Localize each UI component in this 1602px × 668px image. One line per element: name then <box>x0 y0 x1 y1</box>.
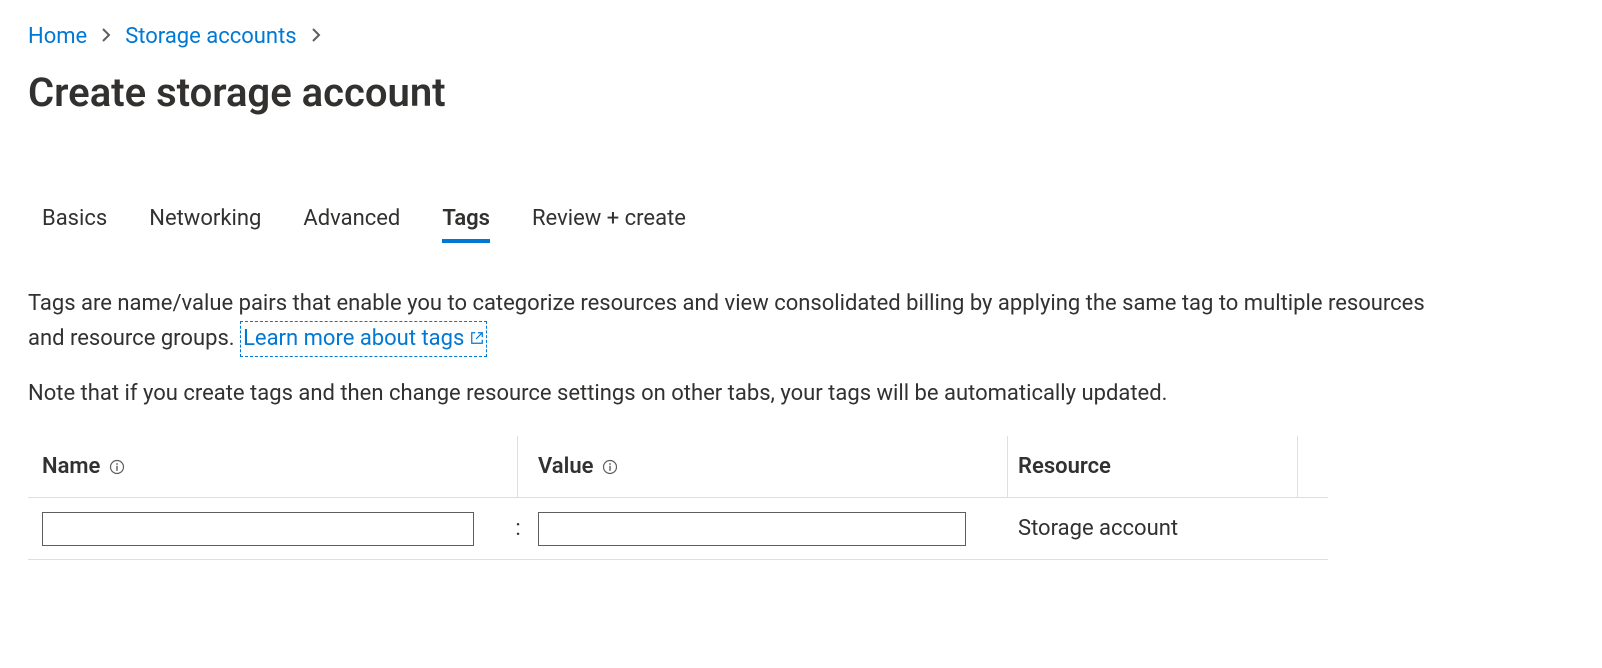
tag-name-input[interactable] <box>42 512 474 546</box>
tag-resource-value: Storage account <box>1018 516 1178 541</box>
breadcrumb-home[interactable]: Home <box>28 24 87 49</box>
tab-review-create[interactable]: Review + create <box>532 206 686 243</box>
column-header-name: Name <box>28 444 498 490</box>
learn-more-text: Learn more about tags <box>243 322 464 356</box>
tab-tags[interactable]: Tags <box>442 206 490 243</box>
tab-basics[interactable]: Basics <box>42 206 107 243</box>
tags-description: Tags are name/value pairs that enable yo… <box>28 287 1458 357</box>
tags-table: Name Value Resource : Storage account <box>28 436 1328 560</box>
tags-note: Note that if you create tags and then ch… <box>28 381 1574 406</box>
tab-advanced[interactable]: Advanced <box>303 206 400 243</box>
tab-networking[interactable]: Networking <box>149 206 261 243</box>
column-header-resource-label: Resource <box>1018 454 1111 479</box>
breadcrumb: Home Storage accounts <box>28 24 1574 49</box>
column-header-value-label: Value <box>538 454 593 479</box>
tag-separator: : <box>498 516 538 541</box>
tag-row: : Storage account <box>28 498 1328 560</box>
column-header-name-label: Name <box>42 454 100 479</box>
breadcrumb-storage-accounts[interactable]: Storage accounts <box>125 24 296 49</box>
column-header-resource: Resource <box>998 444 1328 490</box>
page-title: Create storage account <box>28 69 1574 116</box>
learn-more-link[interactable]: Learn more about tags <box>240 321 487 357</box>
tags-table-header: Name Value Resource <box>28 436 1328 498</box>
chevron-right-icon <box>311 26 321 47</box>
description-text: Tags are name/value pairs that enable yo… <box>28 291 1425 351</box>
info-icon[interactable] <box>601 458 619 476</box>
info-icon[interactable] <box>108 458 126 476</box>
chevron-right-icon <box>101 26 111 47</box>
external-link-icon <box>470 322 484 356</box>
tabs: Basics Networking Advanced Tags Review +… <box>28 206 1574 243</box>
column-header-value: Value <box>538 444 998 490</box>
tag-value-input[interactable] <box>538 512 966 546</box>
